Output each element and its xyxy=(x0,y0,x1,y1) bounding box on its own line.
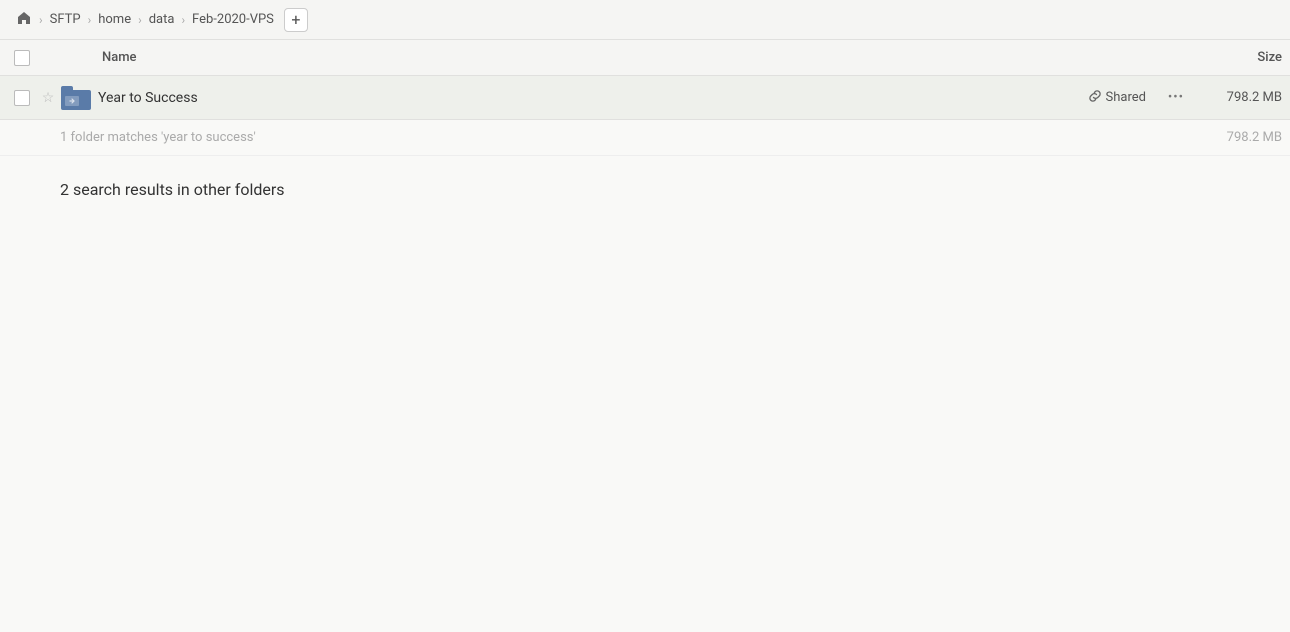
home-icon xyxy=(16,10,32,30)
file-more-button[interactable]: ••• xyxy=(1162,84,1190,112)
file-row[interactable]: ☆ Year to Success Shared ••• 798.2 MB xyxy=(0,76,1290,120)
matches-size: 798.2 MB xyxy=(1202,130,1282,145)
file-star[interactable]: ☆ xyxy=(36,90,60,106)
folder-icon xyxy=(61,86,91,110)
file-name: Year to Success xyxy=(98,90,1088,106)
breadcrumb-sftp[interactable]: SFTP xyxy=(46,10,85,29)
file-size: 798.2 MB xyxy=(1202,90,1282,105)
breadcrumb-add-button[interactable]: + xyxy=(284,8,308,32)
star-icon: ☆ xyxy=(42,90,55,106)
add-icon: + xyxy=(291,10,300,29)
breadcrumb-sep-0: › xyxy=(39,13,43,27)
breadcrumb-home-item[interactable]: home xyxy=(94,10,135,29)
breadcrumb-sep-1: › xyxy=(88,13,92,27)
breadcrumb-home[interactable] xyxy=(12,8,36,32)
more-icon: ••• xyxy=(1168,90,1184,105)
breadcrumb-home-label: home xyxy=(98,12,131,27)
other-folders-section: 2 search results in other folders xyxy=(0,156,1290,199)
column-size-header: Size xyxy=(1182,50,1282,65)
column-name-header: Name xyxy=(98,50,1182,65)
shared-label: Shared xyxy=(1106,90,1146,105)
folder-link-indicator xyxy=(65,96,79,106)
breadcrumb-data-label: data xyxy=(149,12,175,27)
file-checkbox[interactable] xyxy=(14,90,30,106)
select-all-checkbox[interactable] xyxy=(14,50,30,66)
breadcrumb-feb2020-label: Feb-2020-VPS xyxy=(192,12,274,27)
breadcrumb-sftp-label: SFTP xyxy=(50,12,81,27)
select-all-checkbox-wrapper[interactable] xyxy=(8,50,36,66)
breadcrumb-sep-2: › xyxy=(138,13,142,27)
matches-text: 1 folder matches 'year to success' xyxy=(60,130,1202,145)
file-checkbox-wrapper[interactable] xyxy=(8,90,36,106)
breadcrumb-sep-3: › xyxy=(181,13,185,27)
matches-row: 1 folder matches 'year to success' 798.2… xyxy=(0,120,1290,156)
breadcrumb-feb2020[interactable]: Feb-2020-VPS xyxy=(188,10,278,29)
breadcrumb-bar: › SFTP › home › data › Feb-2020-VPS + xyxy=(0,0,1290,40)
shared-badge: Shared xyxy=(1088,89,1146,107)
file-icon-wrapper xyxy=(60,82,92,114)
column-headers: Name Size xyxy=(0,40,1290,76)
link-icon xyxy=(1088,89,1102,107)
breadcrumb-data[interactable]: data xyxy=(145,10,179,29)
other-folders-text: 2 search results in other folders xyxy=(60,180,285,199)
